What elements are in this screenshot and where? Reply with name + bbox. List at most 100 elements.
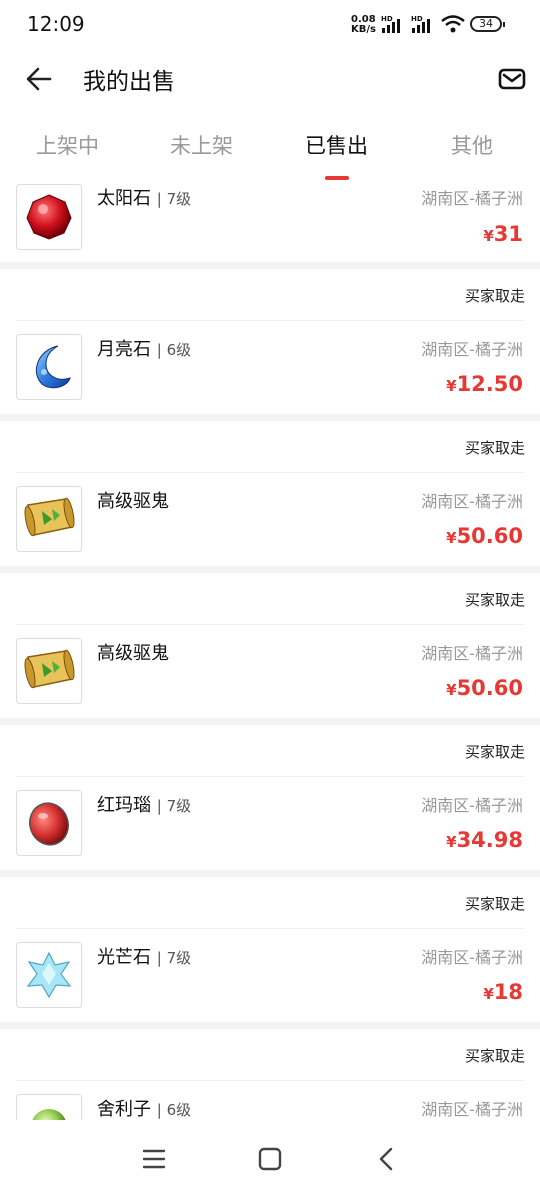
item-thumbnail [16, 942, 82, 1008]
item-status: 买家取走 [464, 287, 525, 305]
item-level: | 7级 [156, 949, 192, 967]
item-price: ¥34.98 [446, 828, 523, 852]
item-thumbnail [16, 334, 82, 400]
battery-icon: 34 [470, 16, 505, 32]
item-level: | 6级 [156, 1101, 192, 1119]
item-name-text: 高级驱鬼 [97, 643, 169, 664]
app-header: 我的出售 [0, 50, 540, 108]
item-thumbnail [16, 1094, 82, 1120]
item-name-text: 红玛瑙 [97, 795, 151, 816]
network-speed-unit: KB/s [351, 24, 376, 35]
item-name: 高级驱鬼 [97, 487, 169, 513]
item-thumbnail [16, 486, 82, 552]
item-name: 舍利子 | 6级 [97, 1095, 191, 1120]
item-status: 买家取走 [464, 743, 525, 761]
item-level-text: 7级 [166, 797, 192, 815]
item-level-text: 6级 [166, 341, 192, 359]
currency-symbol: ¥ [446, 833, 457, 851]
tab-bar: 上架中 未上架 已售出 其他 [0, 112, 540, 184]
item-region: 湖南区-橘子洲 [421, 492, 523, 511]
divider [16, 320, 524, 321]
crystal-icon [26, 951, 72, 999]
list-item[interactable]: 买家取走 舍利子 | 6级 湖南区-橘子洲 [0, 1029, 540, 1120]
item-level: | 7级 [156, 190, 192, 208]
tab-sold[interactable]: 已售出 [305, 130, 368, 160]
network-speed: 0.08 KB/s [351, 15, 376, 35]
item-name: 红玛瑙 | 7级 [97, 791, 191, 817]
battery-level: 34 [479, 17, 493, 30]
item-price-value: 50.60 [456, 676, 523, 700]
item-name: 月亮石 | 6级 [97, 335, 191, 361]
home-icon[interactable] [257, 1146, 283, 1172]
item-price-value: 34.98 [456, 828, 523, 852]
scroll-icon [24, 497, 75, 537]
signal-1-icon: HD [381, 15, 400, 33]
back-arrow-icon[interactable] [22, 62, 56, 96]
item-name-text: 光芒石 [97, 947, 151, 968]
item-price-value: 31 [493, 222, 523, 246]
item-region: 湖南区-橘子洲 [421, 948, 523, 967]
blue-moon-stone-icon [36, 345, 71, 389]
item-price: ¥31 [483, 222, 523, 246]
card-separator [0, 262, 540, 269]
card-separator [0, 870, 540, 877]
item-level-text: 7级 [166, 949, 192, 967]
divider [16, 624, 524, 625]
item-name-text: 高级驱鬼 [97, 491, 169, 512]
item-level: | 7级 [156, 797, 192, 815]
item-price-value: 18 [493, 980, 523, 1004]
item-status: 买家取走 [464, 1047, 525, 1065]
item-thumbnail [16, 638, 82, 704]
item-price-value: 12.50 [456, 372, 523, 396]
green-pearl-icon [32, 1109, 66, 1120]
list-item[interactable]: 买家取走 高级驱鬼 湖南区-橘子洲 ¥50.60 [0, 421, 540, 566]
item-name: 高级驱鬼 [97, 639, 169, 665]
signal-2-icon: HD [411, 15, 430, 33]
list-item[interactable]: 买家取走 光芒石 | 7级 湖南区-橘子洲 ¥18 [0, 877, 540, 1022]
tab-off-shelf[interactable]: 未上架 [170, 130, 233, 160]
currency-symbol: ¥ [483, 227, 494, 245]
item-region: 湖南区-橘子洲 [421, 796, 523, 815]
tab-other[interactable]: 其他 [451, 130, 493, 160]
item-name-text: 太阳石 [97, 188, 151, 209]
clock: 12:09 [27, 12, 85, 36]
currency-symbol: ¥ [483, 985, 494, 1003]
item-region: 湖南区-橘子洲 [421, 189, 523, 208]
item-thumbnail [16, 790, 82, 856]
status-bar: 12:09 0.08 KB/s HD HD 34 [0, 0, 540, 50]
list-item[interactable]: 买家取走 红玛瑙 | 7级 湖南区-橘子洲 ¥34.98 [0, 725, 540, 870]
card-separator [0, 414, 540, 421]
red-agate-icon [29, 802, 69, 846]
divider [16, 928, 524, 929]
tab-on-shelf[interactable]: 上架中 [36, 130, 99, 160]
divider [16, 776, 524, 777]
hd-label-2: HD [411, 15, 423, 23]
list-item[interactable]: 买家取走 月亮石 | 6级 湖南区-橘子洲 ¥12.50 [0, 269, 540, 414]
item-level: | 6级 [156, 341, 192, 359]
currency-symbol: ¥ [446, 681, 457, 699]
card-separator [0, 566, 540, 573]
list-item[interactable]: 太阳石 | 7级 湖南区-橘子洲 ¥31 [0, 184, 540, 262]
divider [16, 472, 524, 473]
hd-label-1: HD [381, 15, 393, 23]
red-gem-icon [26, 194, 72, 240]
card-separator [0, 718, 540, 725]
item-status: 买家取走 [464, 591, 525, 609]
item-price: ¥50.60 [446, 524, 523, 548]
back-icon[interactable] [373, 1146, 399, 1172]
item-region: 湖南区-橘子洲 [421, 1100, 523, 1119]
card-separator [0, 1022, 540, 1029]
item-name: 光芒石 | 7级 [97, 943, 191, 969]
menu-icon[interactable] [141, 1146, 167, 1172]
list-item[interactable]: 买家取走 高级驱鬼 湖南区-橘子洲 ¥50.60 [0, 573, 540, 718]
item-region: 湖南区-橘子洲 [421, 340, 523, 359]
item-status: 买家取走 [464, 439, 525, 457]
item-name: 太阳石 | 7级 [97, 184, 191, 210]
divider [16, 1080, 524, 1081]
item-region: 湖南区-橘子洲 [421, 644, 523, 663]
item-price: ¥18 [483, 980, 523, 1004]
item-name-text: 月亮石 [97, 339, 151, 360]
message-icon[interactable] [497, 64, 527, 94]
system-nav-bar [0, 1120, 540, 1200]
sold-items-list[interactable]: 太阳石 | 7级 湖南区-橘子洲 ¥31 买家取走 月亮石 | 6级 湖南区-橘… [0, 184, 540, 1120]
